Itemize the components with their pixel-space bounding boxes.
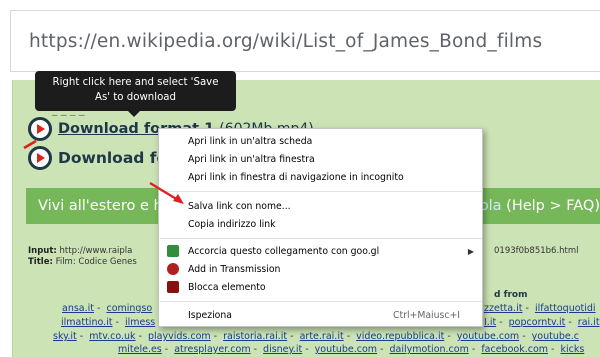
red-arrow-icon <box>23 139 37 150</box>
red-arrow-icon <box>149 182 184 204</box>
annotation-arrows <box>23 139 184 204</box>
